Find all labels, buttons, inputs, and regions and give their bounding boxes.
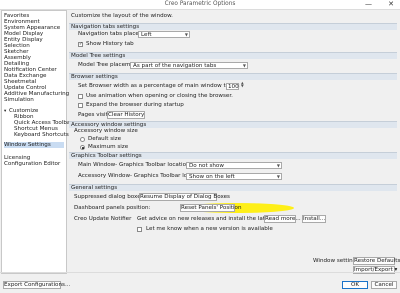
reset-panels-button[interactable]: Reset Panels' Position (180, 204, 242, 212)
section-header-browser: Browser settings (69, 73, 397, 80)
show-history-label: Show History tab (86, 41, 134, 47)
sidebar-item-configuration-editor[interactable]: Configuration Editor (4, 161, 60, 167)
window-title: Creo Parametric Options (164, 1, 236, 7)
chevron-down-icon: ▼ (276, 174, 280, 179)
cancel-button[interactable]: Cancel (371, 281, 397, 289)
suppressed-dialogs-label: Suppressed dialog boxes: (74, 194, 146, 200)
spinner-arrows-icon[interactable]: ▲ ▼ (241, 81, 244, 88)
dashboard-position-label: Dashboard panels position: (74, 205, 151, 211)
model-tree-placement-value: As part of the navigation tabs (133, 63, 217, 69)
options-sidebar: Favorites Environment System Appearance … (1, 10, 73, 274)
chevron-down-icon: ▼ (184, 32, 188, 37)
restore-defaults-button[interactable]: Restore Defaults (353, 257, 400, 265)
footer-divider (0, 272, 400, 273)
accessory-window-toolbar-select[interactable]: Show on the left ▼ (186, 173, 282, 180)
accessory-window-toolbar-value: Show on the left (189, 174, 235, 180)
show-history-checkbox[interactable]: ✓ (78, 42, 83, 47)
browser-animation-label: Use animation when opening or closing th… (86, 93, 233, 99)
let-me-know-checkbox[interactable] (137, 227, 142, 232)
install-button[interactable]: Install... (302, 215, 326, 223)
minimize-icon[interactable]: — (365, 0, 372, 8)
page-description: Customize the layout of the window. (71, 13, 173, 19)
nav-tabs-placement-value: Left (141, 32, 152, 38)
resume-dialogs-button[interactable]: Resume Display of Dialog Boxes (139, 193, 230, 201)
main-window-toolbar-value: Do not show (189, 163, 224, 169)
default-size-radio[interactable] (80, 137, 85, 142)
update-notifier-label: Creo Update Notifier (74, 216, 132, 222)
clear-history-button[interactable]: Clear History (107, 111, 145, 119)
chevron-down-icon: ▼ (276, 163, 280, 168)
title-bar: Creo Parametric Options — ✕ (0, 0, 400, 10)
nav-tabs-placement-select[interactable]: Left ▼ (138, 31, 190, 38)
ok-button[interactable]: OK (342, 281, 368, 289)
let-me-know-label: Let me know when a new version is availa… (146, 226, 273, 232)
close-icon[interactable]: ✕ (388, 0, 394, 8)
chevron-down-icon: ▼ (242, 63, 246, 68)
sidebar-item-window-settings[interactable]: Window Settings (4, 142, 64, 148)
expand-browser-label: Expand the browser during startup (86, 102, 184, 108)
browser-animation-checkbox[interactable] (78, 94, 83, 99)
main-window-toolbar-select[interactable]: Do not show ▼ (186, 162, 282, 169)
accessory-size-label: Accessory window size (74, 128, 138, 134)
expand-browser-checkbox[interactable] (78, 103, 83, 108)
section-header-graphics-toolbar: Graphics Toolbar settings (69, 152, 397, 159)
default-size-label: Default size (88, 136, 122, 142)
maximum-size-radio[interactable] (80, 145, 85, 150)
sidebar-item-simulation[interactable]: Simulation (4, 97, 34, 103)
main-window-toolbar-label: Main Window- Graphics Toolbar location: (78, 162, 192, 168)
sidebar-item-keyboard-shortcuts[interactable]: Keyboard Shortcuts (14, 132, 69, 138)
export-configurations-button[interactable]: Export Configurations... (3, 281, 70, 289)
section-header-navigation-tabs: Navigation tabs settings (69, 23, 397, 30)
browser-width-input[interactable]: 100 (226, 83, 239, 90)
model-tree-placement-select[interactable]: As part of the navigation tabs ▼ (130, 62, 248, 69)
section-header-model-tree: Model Tree settings (69, 52, 397, 59)
section-header-accessory-window: Accessory window settings (69, 121, 397, 128)
read-more-button[interactable]: Read more... (264, 215, 301, 223)
maximum-size-label: Maximum size (88, 144, 129, 150)
section-header-general: General settings (69, 184, 397, 191)
browser-width-label: Set Browser width as a percentage of mai… (78, 83, 240, 89)
